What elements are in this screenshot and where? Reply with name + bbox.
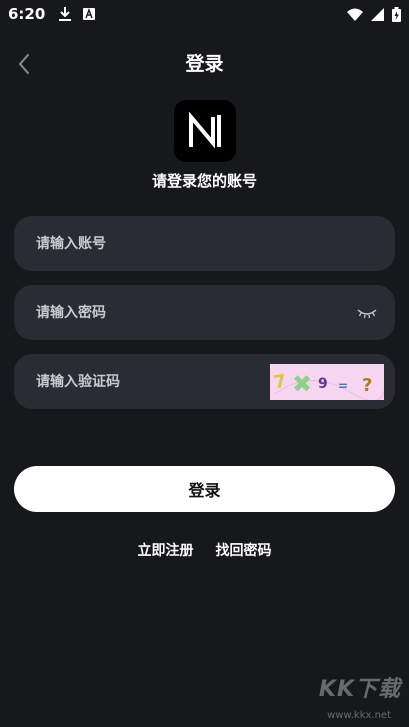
page-title: 登录	[185, 53, 224, 75]
watermark-url: www.kkx.net	[327, 710, 391, 721]
register-link[interactable]: 立即注册	[138, 540, 194, 560]
captcha-field-container: 7 ✖ 9 = ?	[14, 354, 395, 409]
svg-text:9: 9	[318, 376, 328, 392]
watermark-brand: KK下载	[318, 677, 401, 702]
svg-text:?: ?	[362, 375, 372, 396]
password-input[interactable]	[36, 285, 353, 340]
forgot-password-link[interactable]: 找回密码	[216, 540, 272, 560]
signal-icon	[371, 7, 384, 21]
password-visibility-toggle[interactable]	[353, 299, 381, 327]
app-logo	[174, 100, 236, 162]
n-logo-icon	[189, 111, 221, 149]
password-field-container	[14, 285, 395, 340]
account-input[interactable]	[36, 216, 395, 271]
status-bar: 6:20	[0, 0, 409, 28]
status-time: 6:20	[8, 5, 46, 23]
download-icon	[59, 7, 72, 21]
svg-text:=: =	[338, 379, 348, 393]
captcha-graphic: 7 ✖ 9 = ?	[270, 363, 386, 401]
a-badge-icon	[83, 8, 96, 20]
login-subtitle: 请登录您的账号	[151, 172, 257, 190]
captcha-input[interactable]	[36, 354, 270, 409]
account-field-container	[14, 216, 395, 271]
wifi-icon	[347, 8, 363, 21]
captcha-image[interactable]: 7 ✖ 9 = ?	[270, 363, 386, 401]
eye-closed-icon	[357, 308, 377, 318]
watermark: KK下载 www.kkx.net	[281, 671, 401, 721]
battery-icon	[392, 6, 401, 22]
svg-text:✖: ✖	[292, 370, 312, 398]
auth-links: 立即注册 找回密码	[0, 540, 409, 560]
login-button[interactable]: 登录	[14, 466, 395, 512]
